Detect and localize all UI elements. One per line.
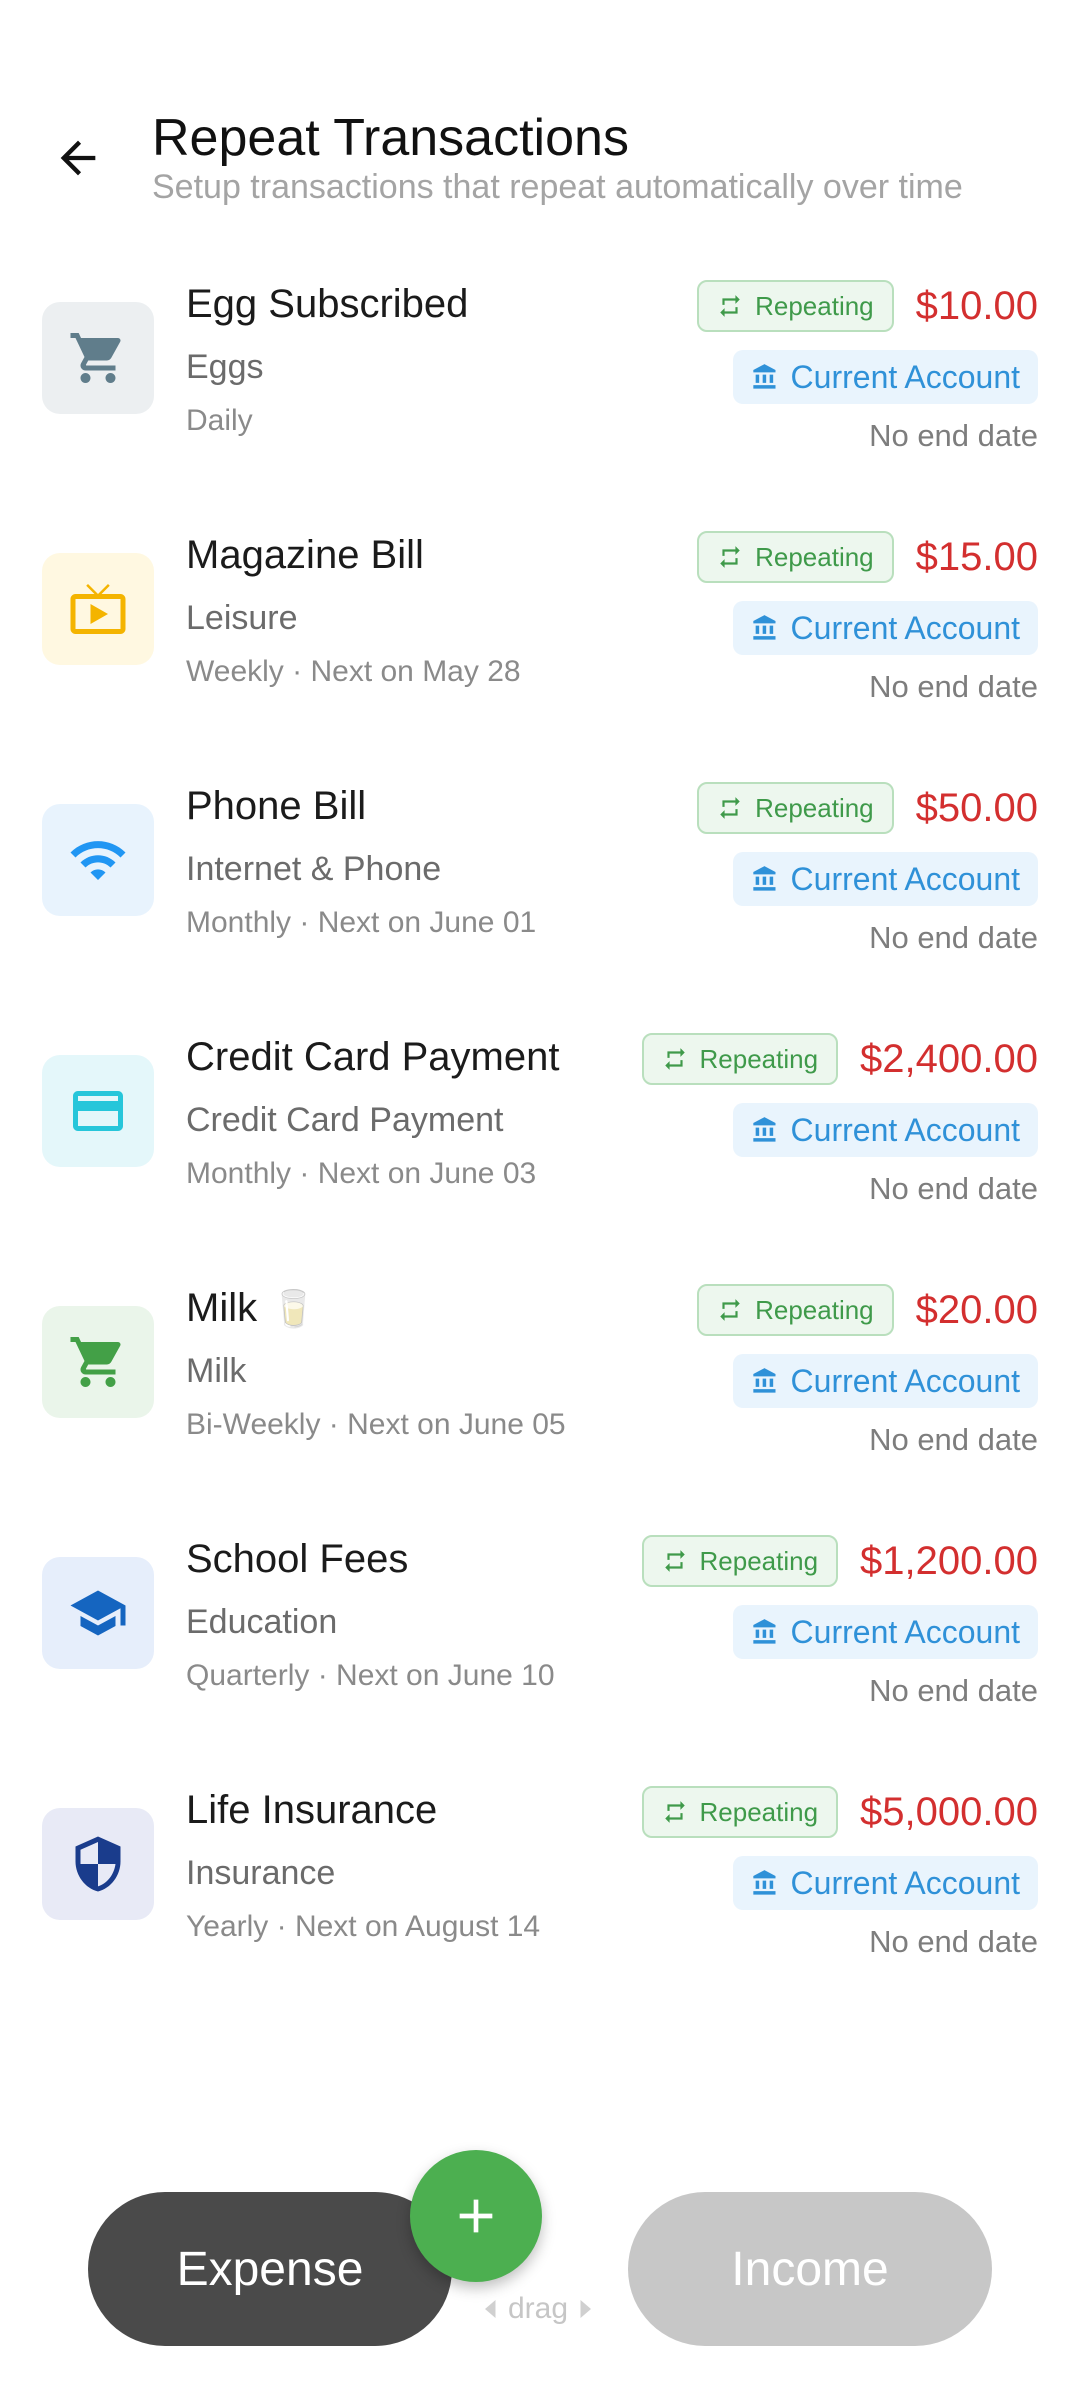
account-chip: Current Account (732, 1605, 1038, 1659)
cart-icon (42, 302, 154, 414)
repeating-badge: Repeating (697, 531, 894, 583)
caret-right-icon (580, 2300, 592, 2318)
transaction-name: Magazine Bill (186, 533, 424, 577)
tv-icon (42, 553, 154, 665)
transaction-amount: $5,000.00 (860, 1789, 1038, 1834)
arrow-left-icon (60, 140, 96, 176)
repeat-icon (720, 1299, 740, 1321)
bank-icon (752, 1619, 776, 1644)
milk-emoji: 🥛 (271, 1287, 316, 1329)
transaction-schedule: Yearly · Next on August 14 (186, 1910, 541, 1943)
expense-button[interactable]: Expense (88, 2192, 452, 2346)
transaction-name: School Fees (186, 1537, 409, 1581)
transaction-row[interactable]: Credit Card Payment Credit Card Payment … (0, 1003, 1080, 1254)
transaction-row[interactable]: Magazine Bill Leisure Weekly · Next on M… (0, 501, 1080, 752)
header: Repeat Transactions Setup transactions t… (0, 0, 1080, 240)
transaction-list: Egg Subscribed Eggs Daily Repeating $10.… (0, 250, 1080, 2007)
transaction-category: Milk (186, 1352, 247, 1390)
repeat-icon (664, 1550, 685, 1572)
transaction-row[interactable]: Egg Subscribed Eggs Daily Repeating $10.… (0, 250, 1080, 501)
back-button[interactable] (38, 118, 118, 198)
transaction-name: Egg Subscribed (186, 282, 469, 326)
transaction-schedule: Weekly · Next on May 28 (186, 655, 521, 688)
repeating-badge: Repeating (697, 280, 894, 332)
repeating-badge: Repeating (641, 1033, 839, 1085)
transaction-category: Insurance (186, 1854, 336, 1892)
transaction-schedule: Quarterly · Next on June 10 (186, 1659, 555, 1692)
bank-icon (752, 866, 776, 891)
transaction-amount: $15.00 (915, 534, 1038, 579)
bottom-bar: Expense Income drag (0, 2150, 1080, 2400)
transaction-schedule: Bi-Weekly · Next on June 05 (186, 1408, 566, 1441)
repeat-icon (664, 1801, 685, 1823)
transaction-name: Credit Card Payment (186, 1035, 560, 1079)
transaction-category: Eggs (186, 348, 264, 386)
cart-icon (42, 1306, 154, 1418)
account-chip: Current Account (732, 852, 1038, 906)
repeating-badge: Repeating (697, 1284, 894, 1336)
transaction-amount: $20.00 (915, 1287, 1038, 1332)
page-title: Repeat Transactions (152, 109, 629, 167)
bank-icon (752, 1368, 776, 1393)
end-date: No end date (869, 1924, 1038, 1959)
wifi-icon (42, 804, 154, 916)
account-chip: Current Account (732, 1103, 1038, 1157)
transaction-amount: $10.00 (915, 283, 1038, 328)
transaction-amount: $2,400.00 (860, 1036, 1038, 1081)
account-chip: Current Account (732, 350, 1038, 404)
repeat-icon (720, 797, 740, 819)
plus-icon (459, 2199, 493, 2233)
transaction-name: Milk 🥛 (186, 1286, 316, 1330)
transaction-category: Credit Card Payment (186, 1101, 504, 1139)
add-button[interactable] (410, 2150, 542, 2282)
repeat-icon (720, 295, 740, 317)
repeating-badge: Repeating (641, 1535, 839, 1587)
transaction-category: Leisure (186, 599, 298, 637)
repeat-icon (664, 1048, 685, 1070)
transaction-row[interactable]: Life Insurance Insurance Yearly · Next o… (0, 1756, 1080, 2007)
transaction-schedule: Monthly · Next on June 01 (186, 906, 537, 939)
transaction-category: Education (186, 1603, 338, 1641)
graduation-cap-icon (42, 1557, 154, 1669)
credit-card-icon (42, 1055, 154, 1167)
bank-icon (752, 615, 776, 640)
end-date: No end date (869, 920, 1038, 955)
repeating-badge: Repeating (641, 1786, 839, 1838)
income-button[interactable]: Income (628, 2192, 992, 2346)
shield-icon (42, 1808, 154, 1920)
transaction-row[interactable]: School Fees Education Quarterly · Next o… (0, 1505, 1080, 1756)
bank-icon (752, 1117, 776, 1142)
end-date: No end date (869, 1673, 1038, 1708)
transaction-category: Internet & Phone (186, 850, 442, 888)
account-chip: Current Account (732, 601, 1038, 655)
end-date: No end date (869, 418, 1038, 453)
end-date: No end date (869, 1171, 1038, 1206)
transaction-name: Phone Bill (186, 784, 367, 828)
bank-icon (752, 1870, 776, 1895)
caret-left-icon (485, 2300, 496, 2318)
bank-icon (752, 364, 776, 389)
repeating-badge: Repeating (697, 782, 894, 834)
account-chip: Current Account (732, 1354, 1038, 1408)
transaction-row[interactable]: Phone Bill Internet & Phone Monthly · Ne… (0, 752, 1080, 1003)
transaction-schedule: Daily (186, 404, 253, 437)
drag-hint: drag (484, 2292, 592, 2326)
repeat-icon (720, 546, 740, 568)
transaction-schedule: Monthly · Next on June 03 (186, 1157, 537, 1190)
account-chip: Current Account (732, 1856, 1038, 1910)
page-subtitle: Setup transactions that repeat automatic… (152, 168, 963, 206)
end-date: No end date (869, 669, 1038, 704)
transaction-row[interactable]: Milk 🥛 Milk Bi-Weekly · Next on June 05 … (0, 1254, 1080, 1505)
transaction-amount: $1,200.00 (860, 1538, 1038, 1583)
end-date: No end date (869, 1422, 1038, 1457)
transaction-name: Life Insurance (186, 1788, 438, 1832)
transaction-amount: $50.00 (915, 785, 1038, 830)
